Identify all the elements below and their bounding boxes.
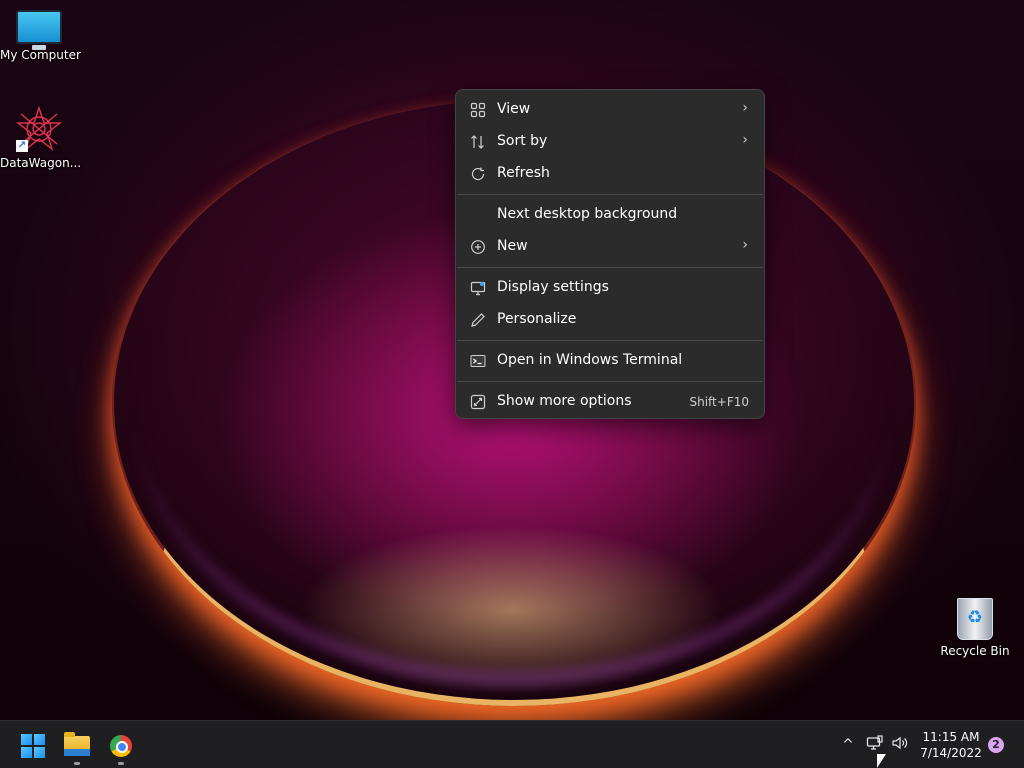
folder-icon: [64, 732, 90, 756]
show-hidden-icons-chevron-up-icon[interactable]: ^: [838, 735, 858, 755]
running-indicator: [118, 762, 124, 765]
monitor-icon: [16, 10, 62, 50]
plus-circle-icon: [469, 239, 487, 255]
menu-item-label: Refresh: [497, 165, 550, 181]
menu-item-open-terminal[interactable]: Open in Windows Terminal: [456, 345, 764, 377]
pen-icon: [469, 312, 487, 328]
menu-item-label: Show more options: [497, 393, 632, 409]
clock-time: 11:15 AM: [922, 730, 980, 744]
taskbar-file-explorer[interactable]: [60, 729, 94, 765]
menu-separator: [457, 340, 763, 341]
menu-item-label: View: [497, 101, 531, 117]
taskbar-start-button[interactable]: [15, 729, 49, 763]
menu-item-show-more-options[interactable]: Show more options Shift+F10: [456, 386, 764, 418]
menu-item-label: Display settings: [497, 279, 609, 295]
taskbar-chrome[interactable]: [104, 729, 138, 765]
desktop-icon-my-computer[interactable]: My Computer: [0, 10, 81, 62]
grid-icon: [469, 102, 487, 118]
recycle-bin-icon: ♻: [957, 598, 993, 640]
desktop-icon-datawagon[interactable]: ↗ DataWagon...: [0, 105, 82, 170]
menu-item-label: Next desktop background: [497, 206, 678, 222]
windows-start-icon: [21, 734, 45, 758]
desktop-icon-recycle-bin[interactable]: ♻ Recycle Bin: [936, 598, 1014, 658]
desktop-wallpaper[interactable]: My Computer ↗ DataWagon... ♻ Recycle Bin: [0, 0, 1024, 720]
menu-item-label: Personalize: [497, 311, 577, 327]
menu-separator: [457, 194, 763, 195]
keyboard-shortcut: Shift+F10: [689, 395, 749, 409]
menu-item-refresh[interactable]: Refresh: [456, 158, 764, 190]
menu-separator: [457, 381, 763, 382]
taskbar: ^ 11:15 AM 7/14/2022 2: [0, 720, 1024, 768]
menu-item-label: Open in Windows Terminal: [497, 352, 683, 368]
menu-item-sort-by[interactable]: Sort by ›: [456, 126, 764, 158]
desktop-icon-label: Recycle Bin: [940, 644, 1010, 658]
refresh-icon: [469, 166, 487, 182]
notification-badge[interactable]: 2: [988, 737, 1004, 753]
datawagon-star-icon: ↗: [15, 105, 63, 152]
terminal-icon: [469, 353, 487, 369]
chrome-icon: [110, 735, 132, 757]
sort-icon: [469, 134, 487, 150]
menu-item-display-settings[interactable]: Display settings: [456, 272, 764, 304]
running-indicator: [74, 762, 80, 765]
mouse-cursor-icon: [877, 754, 886, 768]
network-icon[interactable]: [865, 735, 885, 755]
volume-icon[interactable]: [890, 735, 910, 755]
expand-icon: [469, 394, 487, 410]
taskbar-clock[interactable]: 11:15 AM 7/14/2022: [918, 729, 984, 761]
chevron-right-icon: ›: [742, 237, 748, 253]
desktop-icon-label: My Computer: [0, 48, 81, 62]
menu-item-label: Sort by: [497, 133, 548, 149]
chevron-right-icon: ›: [742, 100, 748, 116]
menu-item-label: New: [497, 238, 528, 254]
menu-item-new[interactable]: New ›: [456, 231, 764, 263]
menu-item-personalize[interactable]: Personalize: [456, 304, 764, 336]
menu-item-next-desktop-background[interactable]: Next desktop background: [456, 199, 764, 231]
display-icon: [469, 280, 487, 296]
shortcut-arrow-icon: ↗: [16, 140, 28, 152]
desktop-icon-label: DataWagon...: [0, 156, 82, 170]
menu-item-view[interactable]: View ›: [456, 94, 764, 126]
chevron-right-icon: ›: [742, 132, 748, 148]
clock-date: 7/14/2022: [920, 746, 982, 760]
desktop-context-menu: View › Sort by › Refresh Next desktop ba…: [455, 89, 765, 419]
menu-separator: [457, 267, 763, 268]
